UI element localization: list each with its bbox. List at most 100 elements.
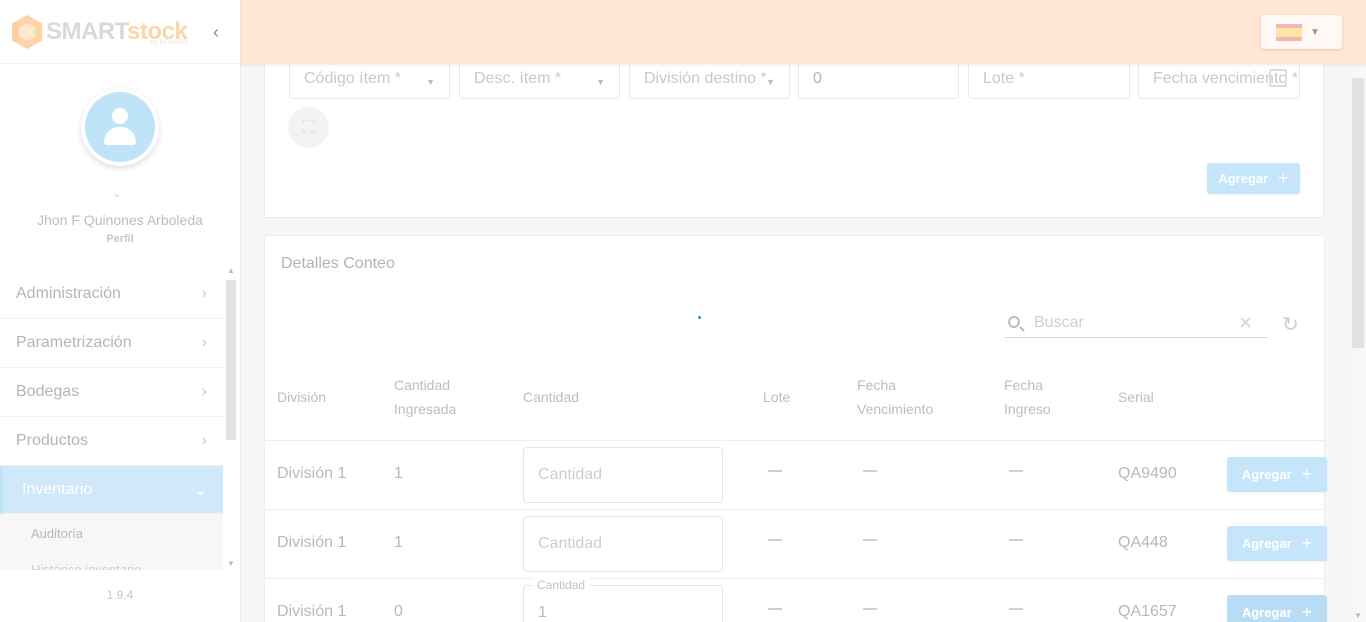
sidebar-item-label: Bodegas	[16, 383, 80, 400]
sidebar-scrollbar[interactable]: ▲ ▼	[223, 266, 239, 568]
field-value: 0	[813, 70, 822, 87]
language-selector[interactable]: ▼	[1261, 15, 1342, 49]
chevron-right-icon: ›	[201, 334, 207, 351]
col-header-cantidad[interactable]: Cantidad	[523, 385, 579, 409]
empty-fecha-ingreso-dash	[1009, 608, 1023, 610]
field-placeholder: Código ítem *	[304, 70, 401, 87]
user-avatar-icon	[85, 92, 155, 162]
collapse-sidebar-button[interactable]: ‹	[206, 20, 226, 44]
col-header-lote[interactable]: Lote	[763, 385, 790, 409]
sidebar-item-label: Inventario	[22, 480, 93, 498]
chevron-right-icon: ›	[201, 285, 207, 302]
caret-down-icon: ▼	[426, 77, 435, 87]
col-header-line: Ingreso	[1004, 401, 1051, 417]
input-value: 1	[538, 604, 547, 621]
profile-link[interactable]: Perfil	[0, 233, 240, 245]
search-icon	[1008, 316, 1020, 328]
row-agregar-button[interactable]: Agregar +	[1227, 457, 1327, 492]
detalles-conteo-card	[264, 235, 1325, 622]
scrollbar-thumb[interactable]	[1352, 78, 1364, 348]
agregar-label: Agregar	[1218, 171, 1269, 186]
cell-serial: QA448	[1118, 534, 1168, 551]
empty-fecha-venc-dash	[863, 539, 877, 541]
cantidad-field[interactable]: 0	[798, 58, 959, 99]
agregar-button[interactable]: Agregar +	[1207, 163, 1300, 194]
caret-down-icon: ▼	[596, 77, 605, 87]
agregar-label: Agregar	[1241, 605, 1292, 620]
sidebar-subitem-auditoria[interactable]: Auditoría	[0, 514, 223, 552]
user-name: Jhon F Quinones Arboleda	[37, 212, 203, 228]
logo-bar: SMARTstock by PEGASO ‹	[0, 0, 240, 64]
chevron-right-icon: ›	[201, 383, 207, 400]
top-header: ▼	[241, 0, 1366, 64]
chevron-left-icon: ‹	[213, 21, 219, 42]
sidebar-subitem-historico[interactable]: Histórico inventario	[0, 552, 223, 570]
codigo-item-select[interactable]: Código ítem * ▼	[289, 58, 450, 99]
lote-field[interactable]: Lote *	[968, 58, 1130, 99]
chevron-right-icon: ›	[201, 432, 207, 449]
division-destino-select[interactable]: División destino * ▼	[629, 58, 790, 99]
calendar-icon[interactable]	[1269, 69, 1287, 87]
empty-lote-dash	[768, 470, 782, 472]
brand-sub: by PEGASO	[150, 40, 188, 46]
refresh-icon[interactable]: ↻	[1282, 312, 1299, 337]
desc-item-select[interactable]: Desc. ítem * ▼	[459, 58, 620, 99]
empty-fecha-ingreso-dash	[1009, 470, 1023, 472]
cantidad-input[interactable]: Cantidad	[523, 516, 723, 572]
scroll-down-icon[interactable]: ▼	[227, 559, 235, 568]
sidebar: SMARTstock by PEGASO ‹ ⌄ Jhon F Quinones…	[0, 0, 241, 622]
sidebar-item-inventario[interactable]: Inventario ⌄	[0, 466, 223, 514]
col-header-cantidad-ingresada[interactable]: Cantidad Ingresada	[394, 373, 456, 421]
empty-fecha-ingreso-dash	[1009, 539, 1023, 541]
fecha-vencimiento-field[interactable]: Fecha vencimiento *	[1138, 58, 1300, 99]
cantidad-floating-label: Cantidad	[533, 578, 590, 592]
row-agregar-button[interactable]: Agregar +	[1227, 595, 1327, 622]
field-placeholder: Lote *	[983, 70, 1025, 87]
caret-down-icon: ▼	[1310, 26, 1320, 38]
scrollbar-thumb[interactable]	[226, 280, 236, 440]
plus-icon: +	[1278, 168, 1289, 188]
main-scrollbar[interactable]: ▼	[1350, 64, 1366, 622]
sidebar-item-administracion[interactable]: Administración ›	[0, 270, 223, 319]
col-header-fecha-vencimiento[interactable]: Fecha Vencimiento	[857, 373, 933, 421]
avatar[interactable]	[81, 88, 159, 166]
sidebar-menu: Administración › Parametrización › Bodegas…	[0, 270, 223, 570]
col-header-fecha-ingreso[interactable]: Fecha Ingreso	[1004, 373, 1051, 421]
fullscreen-button[interactable]: ⛶	[288, 107, 329, 148]
fullscreen-icon: ⛶	[302, 117, 315, 137]
scroll-down-icon[interactable]: ▼	[1354, 611, 1362, 620]
cell-serial: QA9490	[1118, 465, 1177, 482]
plus-icon: +	[1301, 464, 1313, 484]
col-header-serial[interactable]: Serial	[1118, 385, 1154, 409]
divider	[265, 509, 1325, 510]
cell-division: División 1	[277, 465, 347, 482]
input-placeholder: Cantidad	[538, 535, 603, 552]
search-box[interactable]	[1005, 308, 1268, 338]
col-header-line: Cantidad	[394, 377, 451, 393]
spain-flag-icon	[1276, 23, 1302, 41]
app-version: 1.9.4	[106, 588, 134, 602]
col-header-line: Ingresada	[394, 401, 457, 417]
chevron-down-icon: ⌄	[193, 481, 207, 499]
empty-lote-dash	[768, 539, 782, 541]
sidebar-item-productos[interactable]: Productos ›	[0, 417, 223, 466]
cell-serial: QA1657	[1118, 603, 1177, 620]
field-placeholder: Desc. ítem *	[474, 70, 562, 87]
cell-cantidad-ingresada: 1	[394, 534, 403, 551]
agregar-label: Agregar	[1241, 536, 1292, 551]
row-agregar-button[interactable]: Agregar +	[1227, 526, 1327, 561]
chevron-down-icon[interactable]: ⌄	[112, 186, 122, 200]
col-header-division[interactable]: División	[277, 385, 326, 409]
scroll-up-icon[interactable]: ▲	[227, 266, 235, 275]
sidebar-item-bodegas[interactable]: Bodegas ›	[0, 368, 223, 417]
divider	[265, 578, 1325, 579]
divider	[265, 440, 1325, 441]
empty-fecha-venc-dash	[863, 470, 877, 472]
empty-fecha-venc-dash	[863, 608, 877, 610]
cantidad-input[interactable]: Cantidad	[523, 447, 723, 503]
search-input[interactable]	[1034, 312, 1224, 334]
cell-cantidad-ingresada: 0	[394, 603, 403, 620]
close-icon[interactable]: ✕	[1238, 313, 1253, 334]
col-header-line: Fecha	[857, 377, 896, 393]
sidebar-item-parametrizacion[interactable]: Parametrización ›	[0, 319, 223, 368]
